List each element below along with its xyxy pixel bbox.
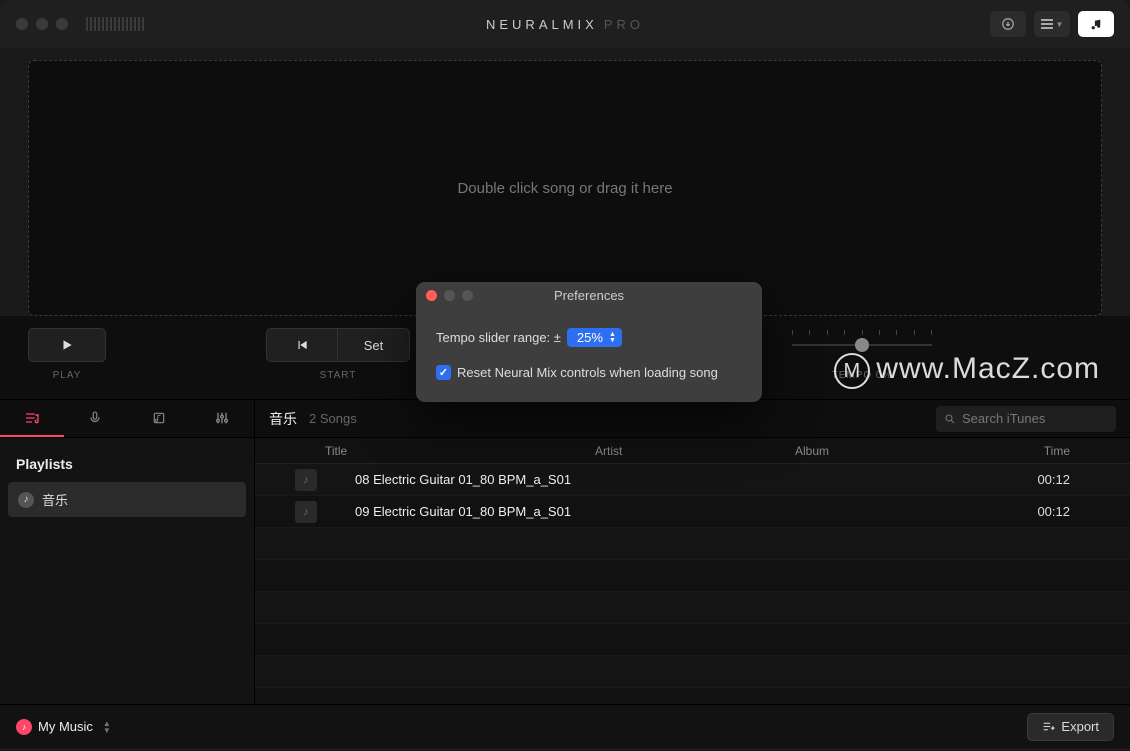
prefs-tempo-row: Tempo slider range: ± 25% ▲▼ (436, 328, 742, 347)
prefs-reset-row: ✓ Reset Neural Mix controls when loading… (436, 365, 742, 380)
prefs-close-button[interactable] (426, 290, 437, 301)
table-row (255, 656, 1130, 688)
prefs-body: Tempo slider range: ± 25% ▲▼ ✓ Reset Neu… (416, 308, 762, 402)
music-source-icon: ♪ (18, 492, 34, 508)
row-title: 08 Electric Guitar 01_80 BPM_a_S01 (325, 472, 625, 487)
music-library-button[interactable] (1078, 11, 1114, 37)
search-placeholder: Search iTunes (962, 411, 1045, 426)
set-start-button[interactable]: Set (338, 328, 410, 362)
tempo-label: TEMPO 0% (832, 370, 893, 381)
tab-playlists[interactable] (0, 400, 64, 437)
app-edition: PRO (604, 17, 644, 32)
table-row (255, 528, 1130, 560)
row-time: 00:12 (1037, 504, 1130, 519)
song-drop-zone[interactable]: Double click song or drag it here (28, 60, 1102, 316)
window-controls (16, 18, 68, 30)
sidebar-item-label: 音乐 (42, 490, 68, 509)
reset-label: Reset Neural Mix controls when loading s… (457, 365, 718, 380)
table-row[interactable]: ♪ 09 Electric Guitar 01_80 BPM_a_S01 00:… (255, 496, 1130, 528)
sidebar-header: Playlists (0, 438, 254, 482)
zoom-window-button[interactable] (56, 18, 68, 30)
search-icon (944, 413, 956, 425)
content-pane: 音乐 2 Songs Search iTunes Title Artist Al… (255, 400, 1130, 704)
content-count: 2 Songs (309, 411, 357, 426)
start-group: Set START (266, 328, 410, 381)
table-rows: ♪ 08 Electric Guitar 01_80 BPM_a_S01 00:… (255, 464, 1130, 704)
play-group: PLAY (28, 328, 106, 381)
play-button[interactable] (28, 328, 106, 362)
col-time[interactable]: Time (1044, 444, 1130, 458)
set-label: Set (364, 338, 384, 353)
window-titlebar: NEURALMIX PRO ▼ (0, 0, 1130, 48)
go-to-start-button[interactable] (266, 328, 338, 362)
content-header: 音乐 2 Songs Search iTunes (255, 400, 1130, 438)
select-caret-icon: ▲▼ (609, 332, 616, 344)
sidebar-item-music[interactable]: ♪ 音乐 (8, 482, 246, 517)
source-icon: ♪ (16, 719, 32, 735)
mic-icon (88, 411, 102, 425)
tab-mixer[interactable] (191, 400, 255, 437)
skip-back-icon (295, 338, 309, 352)
tempo-range-label: Tempo slider range: ± (436, 330, 561, 345)
source-label: My Music (38, 719, 93, 734)
tab-songs[interactable] (127, 400, 191, 437)
prefs-title: Preferences (554, 288, 624, 303)
tempo-group: TEMPO 0% (792, 328, 932, 381)
table-header: Title Artist Album Time (255, 438, 1130, 464)
tab-mic[interactable] (64, 400, 128, 437)
menu-button[interactable]: ▼ (1034, 11, 1070, 37)
music-note-icon (1090, 18, 1103, 31)
close-window-button[interactable] (16, 18, 28, 30)
tempo-slider[interactable] (792, 328, 932, 362)
table-row (255, 560, 1130, 592)
app-title: NEURALMIX PRO (486, 17, 644, 32)
download-icon (1001, 17, 1015, 31)
prefs-minimize-button (444, 290, 455, 301)
preferences-dialog: Preferences Tempo slider range: ± 25% ▲▼… (416, 282, 762, 402)
mixer-icon (214, 410, 230, 426)
tempo-range-select[interactable]: 25% ▲▼ (567, 328, 622, 347)
song-icon: ♪ (295, 469, 317, 491)
export-icon (1042, 720, 1055, 733)
row-title: 09 Electric Guitar 01_80 BPM_a_S01 (325, 504, 625, 519)
table-row (255, 592, 1130, 624)
sidebar: Playlists ♪ 音乐 (0, 400, 255, 704)
prefs-zoom-button (462, 290, 473, 301)
source-stepper[interactable]: ▲▼ (103, 720, 111, 734)
play-label: PLAY (53, 370, 82, 381)
table-row (255, 624, 1130, 656)
export-label: Export (1061, 719, 1099, 734)
search-input[interactable]: Search iTunes (936, 406, 1116, 432)
songs-icon (152, 411, 166, 425)
playlist-icon (24, 410, 40, 426)
download-button[interactable] (990, 11, 1026, 37)
row-time: 00:12 (1037, 472, 1130, 487)
title-scrubber (86, 17, 186, 31)
source-selector[interactable]: ♪ My Music ▲▼ (16, 719, 111, 735)
titlebar-actions: ▼ (990, 11, 1114, 37)
content-title: 音乐 (269, 409, 297, 429)
app-name: NEURALMIX (486, 17, 598, 32)
col-album[interactable]: Album (795, 444, 995, 458)
col-title[interactable]: Title (295, 444, 595, 458)
dropzone-message: Double click song or drag it here (457, 180, 672, 197)
hamburger-icon (1041, 19, 1053, 29)
footer: ♪ My Music ▲▼ Export (0, 704, 1130, 748)
play-icon (60, 338, 74, 352)
reset-checkbox[interactable]: ✓ (436, 365, 451, 380)
minimize-window-button[interactable] (36, 18, 48, 30)
prefs-titlebar: Preferences (416, 282, 762, 308)
export-button[interactable]: Export (1027, 713, 1114, 741)
start-label: START (320, 370, 357, 381)
table-row[interactable]: ♪ 08 Electric Guitar 01_80 BPM_a_S01 00:… (255, 464, 1130, 496)
sidebar-tabs (0, 400, 254, 438)
tempo-range-value: 25% (577, 330, 603, 345)
col-artist[interactable]: Artist (595, 444, 795, 458)
song-icon: ♪ (295, 501, 317, 523)
library-browser: Playlists ♪ 音乐 音乐 2 Songs Search iTunes … (0, 400, 1130, 704)
tempo-slider-thumb[interactable] (855, 338, 869, 352)
